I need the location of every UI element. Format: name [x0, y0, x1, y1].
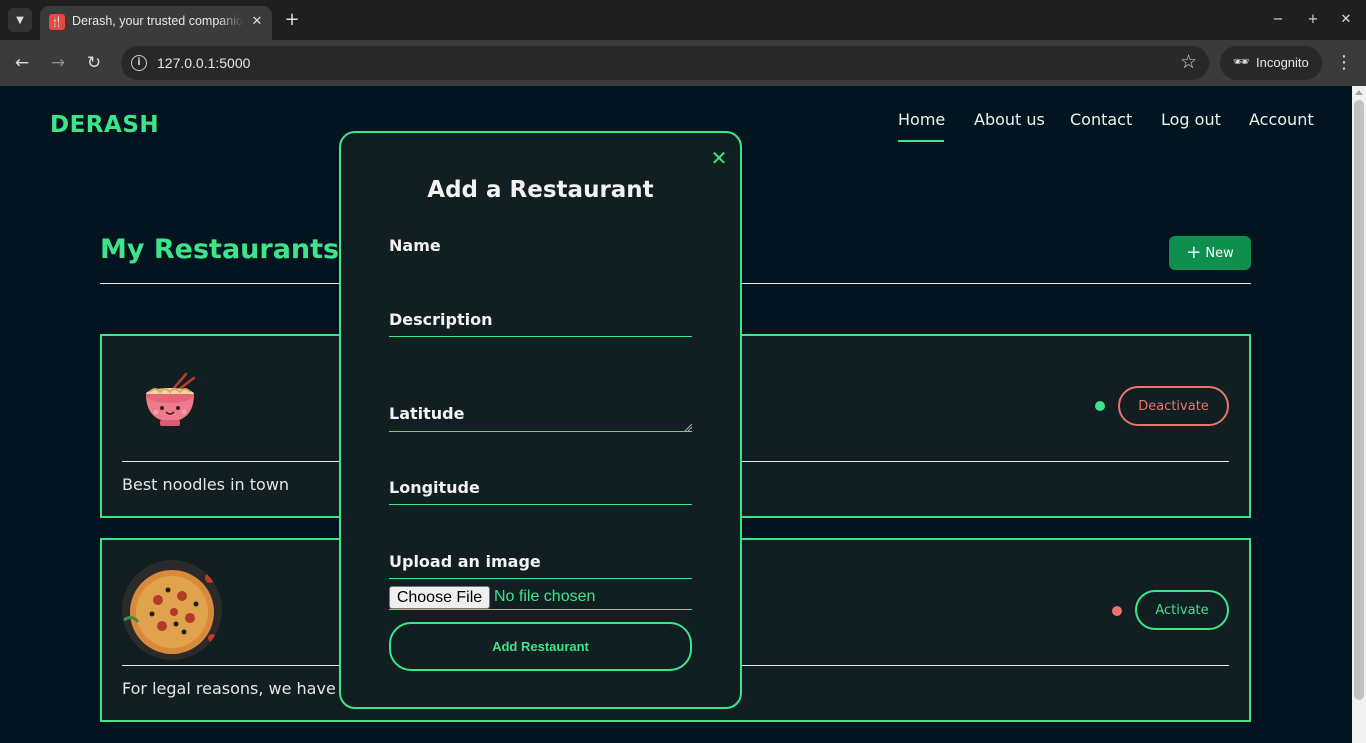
minimize-icon[interactable]: − — [1268, 10, 1288, 30]
textarea-resize-handle[interactable] — [684, 423, 692, 431]
browser-tab-bar: ▼ 🍴 Derash, your trusted companion ✕ + −… — [0, 0, 1366, 40]
incognito-label: Incognito — [1256, 55, 1309, 70]
tab-search-button[interactable]: ▼ — [8, 8, 32, 32]
status-inactive-dot — [1112, 606, 1122, 616]
close-window-icon[interactable]: ✕ — [1336, 10, 1356, 30]
scroll-thumb[interactable] — [1354, 100, 1364, 700]
restaurant-icon: 🍴 — [49, 14, 65, 30]
modal-title: Add a Restaurant — [427, 177, 654, 203]
upload-image-label: Upload an image — [389, 552, 541, 571]
incognito-indicator[interactable]: 🕶 Incognito — [1220, 46, 1322, 80]
page-scrollbar[interactable] — [1352, 86, 1366, 743]
nav-home[interactable]: Home — [898, 110, 945, 129]
nav-account[interactable]: Account — [1249, 110, 1314, 129]
site-info-icon[interactable]: i — [131, 55, 147, 71]
new-restaurant-button[interactable]: + New — [1169, 236, 1251, 270]
pizza-image — [122, 560, 222, 660]
activate-button[interactable]: Activate — [1135, 590, 1229, 630]
add-restaurant-button[interactable]: Add Restaurant — [389, 622, 692, 671]
browser-tab[interactable]: 🍴 Derash, your trusted companion ✕ — [40, 6, 272, 40]
browser-toolbar: ← → ↻ i 127.0.0.1:5000 ☆ 🕶 Incognito ⋮ — [0, 40, 1366, 86]
tab-title: Derash, your trusted companion — [72, 14, 244, 28]
new-button-label: New — [1205, 245, 1234, 261]
address-bar[interactable]: i 127.0.0.1:5000 ☆ — [121, 46, 1209, 80]
status-active-dot — [1095, 401, 1105, 411]
scroll-up-arrow-icon[interactable] — [1355, 90, 1363, 95]
restaurant-description: Best noodles in town — [122, 475, 290, 494]
bookmark-star-icon[interactable]: ☆ — [1180, 51, 1197, 73]
nav-about-us[interactable]: About us — [974, 110, 1045, 129]
name-label: Name — [389, 236, 441, 255]
longitude-label: Longitude — [389, 478, 480, 497]
nav-log-out[interactable]: Log out — [1161, 110, 1221, 129]
new-tab-button[interactable]: + — [282, 9, 302, 31]
add-restaurant-modal: ✕ Add a Restaurant Name Description Lati… — [339, 131, 742, 709]
noodle-bowl-image — [146, 372, 196, 426]
page-content: DERASH Home About us Contact Log out Acc… — [0, 86, 1352, 743]
description-label: Description — [389, 310, 493, 329]
choose-file-button[interactable]: Choose File — [389, 586, 490, 609]
forward-icon[interactable]: → — [46, 51, 70, 75]
plus-icon: + — [1186, 242, 1202, 263]
deactivate-button[interactable]: Deactivate — [1118, 386, 1229, 426]
incognito-icon: 🕶 — [1232, 55, 1250, 70]
file-upload: Choose File No file chosen — [389, 586, 692, 610]
tab-close-icon[interactable]: ✕ — [248, 13, 266, 31]
page-title: My Restaurants — [100, 234, 340, 265]
url-text: 127.0.0.1:5000 — [157, 55, 251, 71]
active-nav-indicator — [898, 140, 944, 142]
site-logo[interactable]: DERASH — [50, 112, 159, 138]
nav-contact[interactable]: Contact — [1070, 110, 1132, 129]
browser-menu-icon[interactable]: ⋮ — [1334, 51, 1354, 75]
latitude-label: Latitude — [389, 404, 465, 423]
back-icon[interactable]: ← — [10, 51, 34, 75]
maximize-icon[interactable]: + — [1303, 10, 1323, 30]
close-icon[interactable]: ✕ — [709, 148, 729, 168]
no-file-text: No file chosen — [494, 588, 596, 605]
reload-icon[interactable]: ↻ — [82, 51, 106, 75]
restaurant-description: For legal reasons, we have to — [122, 679, 357, 698]
